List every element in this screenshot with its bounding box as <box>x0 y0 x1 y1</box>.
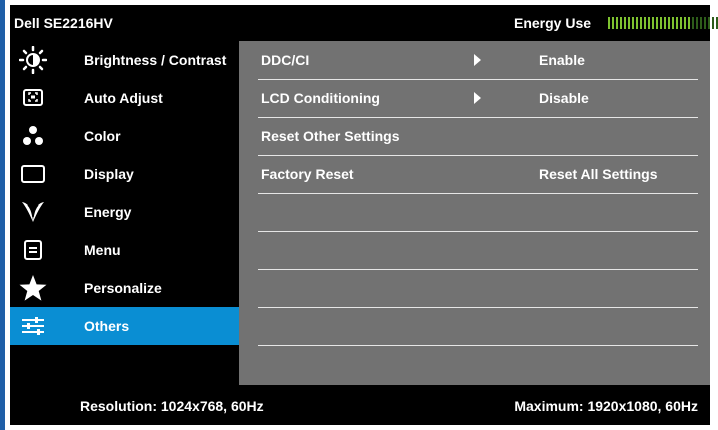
submenu-arrow-icon <box>474 54 481 66</box>
energy-meter-segment <box>704 17 706 29</box>
energy-meter-segment <box>640 17 642 29</box>
sidebar-item-label: Others <box>84 318 130 334</box>
sidebar-item-label: Energy <box>84 204 132 220</box>
energy-meter-segment <box>672 17 674 29</box>
model-name: Dell SE2216HV <box>14 15 113 31</box>
display-icon <box>10 155 56 193</box>
osd-content-panel: DDC/CI Enable LCD Conditioning Disable R… <box>239 41 710 385</box>
auto-adjust-icon <box>10 79 56 117</box>
sliders-icon <box>10 307 56 345</box>
energy-meter-segment <box>712 17 714 29</box>
energy-meter-segment <box>676 17 678 29</box>
sidebar-item-display[interactable]: Display <box>10 155 239 193</box>
screen-bezel <box>0 0 5 430</box>
setting-row-empty <box>258 193 698 232</box>
setting-label: DDC/CI <box>261 52 310 68</box>
brightness-icon <box>10 41 56 79</box>
maximum-resolution: Maximum: 1920x1080, 60Hz <box>514 398 698 414</box>
osd-sidebar: Brightness / Contrast Auto Adjust Color … <box>10 41 239 385</box>
energy-meter-segment <box>680 17 682 29</box>
energy-meter-segment <box>700 17 702 29</box>
energy-meter-segment <box>660 17 662 29</box>
energy-meter-segment <box>652 17 654 29</box>
color-icon <box>10 117 56 155</box>
sidebar-item-label: Display <box>84 166 134 182</box>
setting-value: Reset All Settings <box>539 166 658 182</box>
setting-value: Disable <box>539 90 589 106</box>
setting-row-lcd-conditioning[interactable]: LCD Conditioning Disable <box>258 79 698 118</box>
sidebar-item-brightness-contrast[interactable]: Brightness / Contrast <box>10 41 239 79</box>
sidebar-item-label: Auto Adjust <box>84 90 163 106</box>
energy-meter-segment <box>664 17 666 29</box>
osd-footer: Resolution: 1024x768, 60Hz Maximum: 1920… <box>10 385 710 425</box>
setting-row-ddc-ci[interactable]: DDC/CI Enable <box>258 41 698 80</box>
setting-row-empty <box>258 269 698 308</box>
energy-meter-segment <box>656 17 658 29</box>
energy-meter-segment <box>684 17 686 29</box>
energy-meter-segment <box>644 17 646 29</box>
osd-header: Dell SE2216HV Energy Use <box>10 5 718 41</box>
setting-row-reset-other-settings[interactable]: Reset Other Settings <box>258 117 698 156</box>
energy-meter-segment <box>692 17 694 29</box>
energy-meter-segment <box>648 17 650 29</box>
energy-meter-segment <box>612 17 614 29</box>
energy-meter-segment <box>708 17 710 29</box>
sidebar-item-energy[interactable]: Energy <box>10 193 239 231</box>
energy-meter-segment <box>628 17 630 29</box>
energy-meter-segment <box>636 17 638 29</box>
sidebar-item-label: Color <box>84 128 121 144</box>
sidebar-item-label: Personalize <box>84 280 162 296</box>
submenu-arrow-icon <box>474 92 481 104</box>
energy-meter-segment <box>620 17 622 29</box>
energy-icon <box>10 193 56 231</box>
energy-meter-segment <box>696 17 698 29</box>
energy-meter-segment <box>608 17 610 29</box>
sidebar-item-label: Menu <box>84 242 121 258</box>
setting-label: Reset Other Settings <box>261 128 400 144</box>
setting-row-factory-reset[interactable]: Factory Reset Reset All Settings <box>258 155 698 194</box>
setting-label: LCD Conditioning <box>261 90 380 106</box>
setting-value: Enable <box>539 52 585 68</box>
osd-window: Dell SE2216HV Energy Use Brightness / Co… <box>10 5 718 425</box>
star-icon <box>10 269 56 307</box>
energy-meter-segment <box>668 17 670 29</box>
sidebar-item-label: Brightness / Contrast <box>84 52 227 68</box>
menu-icon <box>10 231 56 269</box>
energy-meter-segment <box>632 17 634 29</box>
setting-row-empty <box>258 231 698 270</box>
sidebar-item-others[interactable]: Others <box>10 307 239 345</box>
setting-row-empty <box>258 307 698 346</box>
sidebar-item-color[interactable]: Color <box>10 117 239 155</box>
energy-meter-segment <box>688 17 690 29</box>
energy-use-meter <box>608 17 718 29</box>
energy-meter-segment <box>624 17 626 29</box>
energy-meter-segment <box>616 17 618 29</box>
energy-use-label: Energy Use <box>514 15 592 31</box>
setting-label: Factory Reset <box>261 166 354 182</box>
sidebar-item-auto-adjust[interactable]: Auto Adjust <box>10 79 239 117</box>
sidebar-item-personalize[interactable]: Personalize <box>10 269 239 307</box>
resolution-status: Resolution: 1024x768, 60Hz <box>80 398 264 414</box>
sidebar-item-menu[interactable]: Menu <box>10 231 239 269</box>
